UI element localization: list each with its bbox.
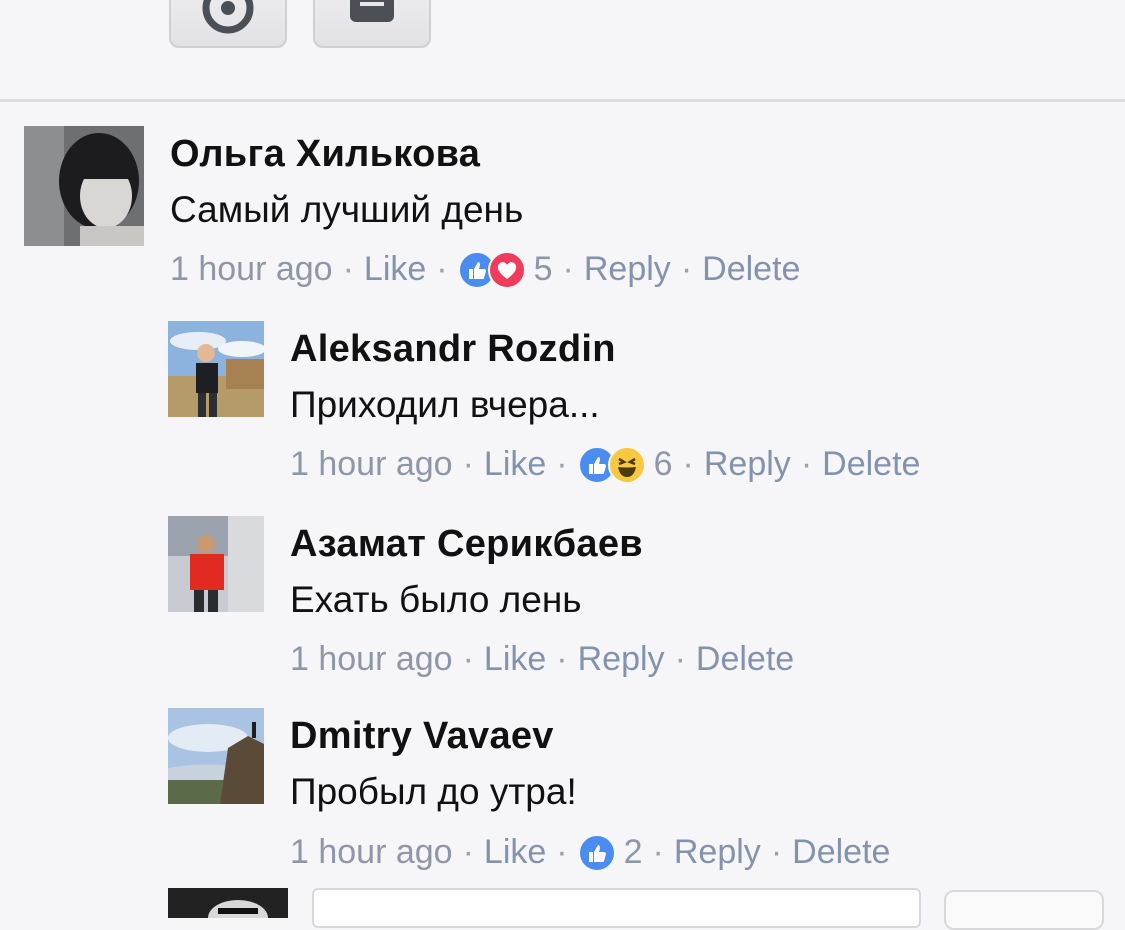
reactions[interactable]: 2 <box>577 833 643 872</box>
reaction-count: 5 <box>533 250 553 288</box>
comment-meta: 1 hour ago · Like · 2 · Reply · Delete <box>290 833 890 872</box>
like-link[interactable]: Like <box>484 445 546 484</box>
comment-meta: 1 hour ago · Like · 6 · Reply · Delete <box>290 445 920 484</box>
separator: · <box>770 833 783 871</box>
avatar[interactable] <box>24 126 144 246</box>
timestamp: 1 hour ago <box>290 445 453 483</box>
comment-text: Самый лучший день <box>170 189 524 230</box>
separator: · <box>462 640 474 678</box>
separator: · <box>342 250 354 288</box>
separator: · <box>556 445 568 483</box>
separator: · <box>674 640 686 678</box>
like-link[interactable]: Like <box>364 250 426 289</box>
separator: · <box>556 640 568 678</box>
like-link[interactable]: Like <box>484 833 546 872</box>
like-link[interactable]: Like <box>484 640 546 679</box>
comment-text: Пробыл до утра! <box>290 771 577 812</box>
reply-link[interactable]: Reply <box>584 250 671 289</box>
author-name[interactable]: Ольга Хилькова <box>170 133 480 176</box>
separator: · <box>652 833 664 871</box>
smiley-icon <box>202 0 254 34</box>
reply-link[interactable]: Reply <box>674 833 761 872</box>
comment-text: Приходил вчера... <box>290 384 600 425</box>
avatar[interactable] <box>168 321 264 417</box>
reaction-count: 6 <box>653 445 673 483</box>
avatar[interactable] <box>168 708 264 804</box>
reply-link[interactable]: Reply <box>704 445 791 484</box>
timestamp: 1 hour ago <box>290 833 453 871</box>
comment-text: Ехать было лень <box>290 579 582 620</box>
separator: · <box>562 250 574 288</box>
delete-link[interactable]: Delete <box>792 833 890 872</box>
timestamp: 1 hour ago <box>170 250 333 288</box>
sticker-button[interactable] <box>169 0 287 48</box>
comment-meta: 1 hour ago · Like · 5 · Reply · Delete <box>170 250 800 289</box>
post-button[interactable] <box>944 890 1104 930</box>
separator: · <box>462 833 474 871</box>
current-user-avatar <box>168 888 288 918</box>
reactions[interactable]: 5 <box>457 250 553 289</box>
separator: · <box>680 250 693 288</box>
reply-link[interactable]: Reply <box>578 640 665 679</box>
reaction-count: 2 <box>623 833 643 871</box>
haha-reaction-icon <box>607 445 646 484</box>
divider <box>0 99 1125 102</box>
delete-link[interactable]: Delete <box>702 250 800 289</box>
camera-icon <box>350 0 394 22</box>
separator: · <box>682 445 694 483</box>
separator: · <box>556 833 568 871</box>
timestamp: 1 hour ago <box>290 640 453 678</box>
delete-link[interactable]: Delete <box>696 640 794 679</box>
photo-button[interactable] <box>313 0 431 48</box>
reply-input[interactable] <box>312 888 921 928</box>
avatar[interactable] <box>168 516 264 612</box>
separator: · <box>436 250 448 288</box>
love-reaction-icon <box>487 250 526 289</box>
author-name[interactable]: Aleksandr Rozdin <box>290 328 616 371</box>
delete-link[interactable]: Delete <box>822 445 920 484</box>
separator: · <box>462 445 474 483</box>
author-name[interactable]: Dmitry Vavaev <box>290 715 554 758</box>
composer-toolbar <box>0 0 1125 100</box>
comment-meta: 1 hour ago · Like · Reply · Delete <box>290 640 794 679</box>
reactions[interactable]: 6 <box>577 445 673 484</box>
separator: · <box>800 445 813 483</box>
like-reaction-icon <box>577 833 616 872</box>
author-name[interactable]: Азамат Серикбаев <box>290 523 643 566</box>
